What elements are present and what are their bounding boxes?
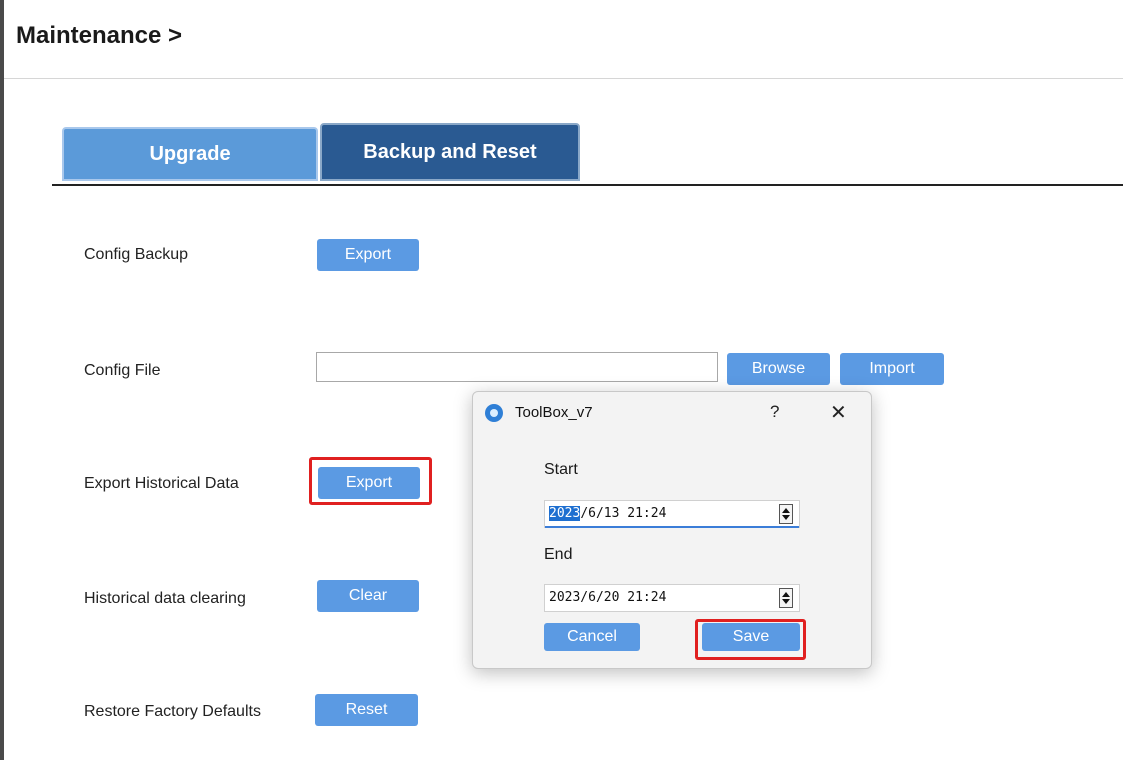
focus-underline — [545, 526, 799, 528]
end-datetime-field[interactable]: 2023/6/20 21:24 — [544, 584, 800, 612]
highlight-box — [309, 457, 432, 505]
import-button[interactable]: Import — [840, 353, 944, 385]
close-icon[interactable]: ✕ — [830, 400, 847, 425]
restore-factory-defaults-label: Restore Factory Defaults — [84, 703, 261, 720]
start-datetime-field[interactable]: 2023/6/13 21:24 — [544, 500, 800, 528]
left-border — [0, 0, 4, 760]
end-label: End — [544, 546, 573, 563]
header-divider — [4, 78, 1123, 79]
dialog-titlebar: ToolBox_v7 ? ✕ — [473, 392, 871, 434]
reset-button[interactable]: Reset — [315, 694, 418, 726]
end-date-value: 2023/6/20 21:24 — [549, 590, 667, 605]
start-spin-buttons[interactable] — [779, 504, 793, 524]
dialog-title: ToolBox_v7 — [515, 404, 593, 421]
export-historical-data-label: Export Historical Data — [84, 475, 239, 492]
toolbox-dialog: ToolBox_v7 ? ✕ Start 2023/6/13 21:24 End… — [472, 391, 872, 669]
config-file-input[interactable] — [316, 352, 718, 382]
tab-upgrade[interactable]: Upgrade — [62, 127, 318, 181]
start-date-rest: /6/13 21:24 — [580, 506, 667, 521]
help-icon[interactable]: ? — [770, 402, 779, 422]
config-backup-label: Config Backup — [84, 246, 189, 263]
end-spin-buttons[interactable] — [779, 588, 793, 608]
toolbox-app-icon — [485, 404, 503, 422]
save-highlight-box — [695, 619, 806, 660]
config-backup-export-button[interactable]: Export — [317, 239, 419, 271]
historical-data-clearing-label: Historical data clearing — [84, 590, 246, 607]
cancel-button[interactable]: Cancel — [544, 623, 640, 651]
start-year-selection: 2023 — [549, 506, 581, 521]
tab-backup-and-reset[interactable]: Backup and Reset — [320, 123, 580, 181]
config-file-label: Config File — [84, 362, 161, 379]
page-title: Maintenance > — [16, 22, 183, 49]
browse-button[interactable]: Browse — [727, 353, 830, 385]
tab-divider — [52, 184, 1123, 186]
start-label: Start — [544, 461, 578, 478]
clear-button[interactable]: Clear — [317, 580, 419, 612]
